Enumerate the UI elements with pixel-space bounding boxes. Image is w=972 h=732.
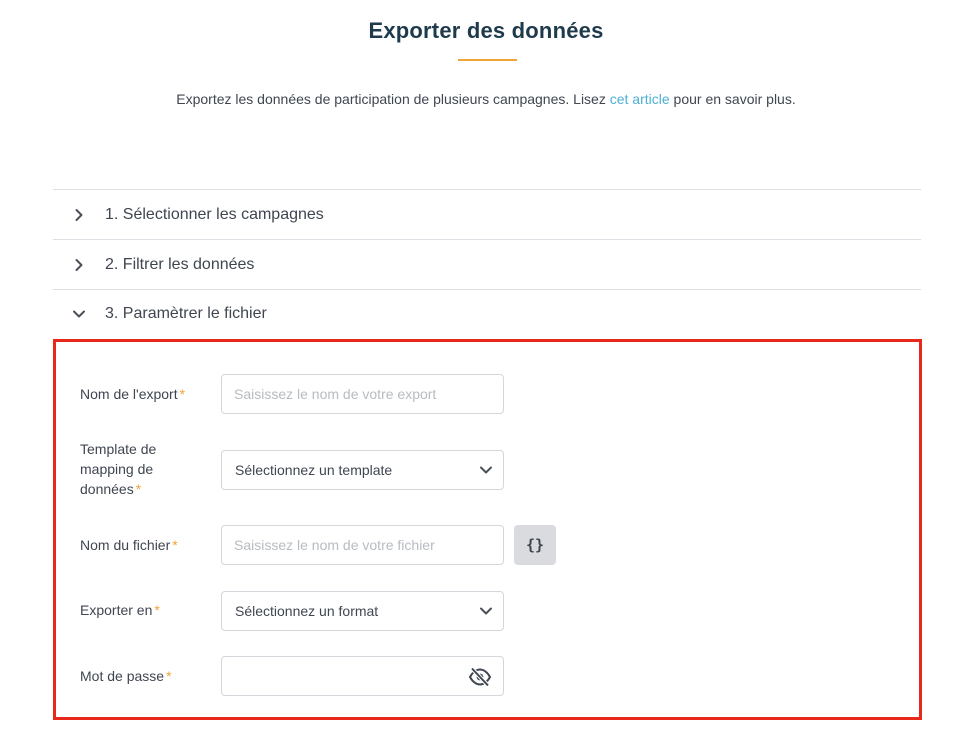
template-label-line: mapping de [80, 461, 154, 477]
required-asterisk: * [172, 537, 178, 553]
format-select[interactable]: Sélectionnez un format [221, 591, 504, 631]
file-name-label: Nom du fichier * [80, 535, 178, 555]
step-label: 1. Sélectionner les campagnes [105, 205, 324, 223]
export-name-label: Nom de l'export * [80, 384, 185, 404]
step-file-settings[interactable]: 3. Paramètrer le fichier [53, 289, 921, 338]
template-label-line: Template de [80, 441, 157, 457]
export-name-input[interactable] [221, 374, 504, 414]
format-select-value: Sélectionnez un format [235, 603, 379, 619]
step-select-campaigns[interactable]: 1. Sélectionner les campagnes [53, 190, 921, 239]
password-label-text: Mot de passe [80, 668, 165, 684]
required-asterisk: * [135, 481, 142, 497]
intro-text-after: pour en savoir plus. [669, 91, 796, 107]
required-asterisk: * [166, 668, 172, 684]
password-label: Mot de passe * [80, 666, 172, 686]
export-name-label-text: Nom de l'export [80, 386, 178, 402]
chevron-down-icon [53, 309, 105, 319]
required-asterisk: * [179, 386, 186, 402]
step-label: 3. Paramètrer le fichier [105, 304, 267, 322]
template-select[interactable]: Sélectionnez un template [221, 450, 504, 490]
step-label: 2. Filtrer les données [105, 255, 255, 273]
required-asterisk: * [154, 602, 160, 618]
chevron-down-icon [479, 462, 493, 478]
intro-text: Exportez les données de participation de… [0, 91, 972, 107]
step-filter-data[interactable]: 2. Filtrer les données [53, 240, 921, 289]
password-input[interactable] [221, 656, 504, 696]
page-title: Exporter des données [368, 18, 604, 43]
format-label-text: Exporter en [80, 602, 153, 618]
template-select-value: Sélectionnez un template [235, 462, 393, 478]
format-label: Exporter en * [80, 600, 160, 620]
title-underline [458, 59, 517, 61]
template-label-line: données [80, 481, 134, 497]
chevron-right-icon [53, 258, 105, 272]
file-name-input[interactable] [221, 525, 504, 565]
insert-variable-button[interactable]: {} [514, 525, 556, 565]
intro-text-before: Exportez les données de participation de… [176, 91, 610, 107]
article-link[interactable]: cet article [610, 91, 670, 107]
file-name-label-text: Nom du fichier [80, 537, 171, 553]
chevron-down-icon [479, 603, 493, 619]
template-label: Template de mapping de données * [80, 439, 156, 499]
chevron-right-icon [53, 208, 105, 222]
eye-off-icon[interactable] [467, 665, 493, 689]
